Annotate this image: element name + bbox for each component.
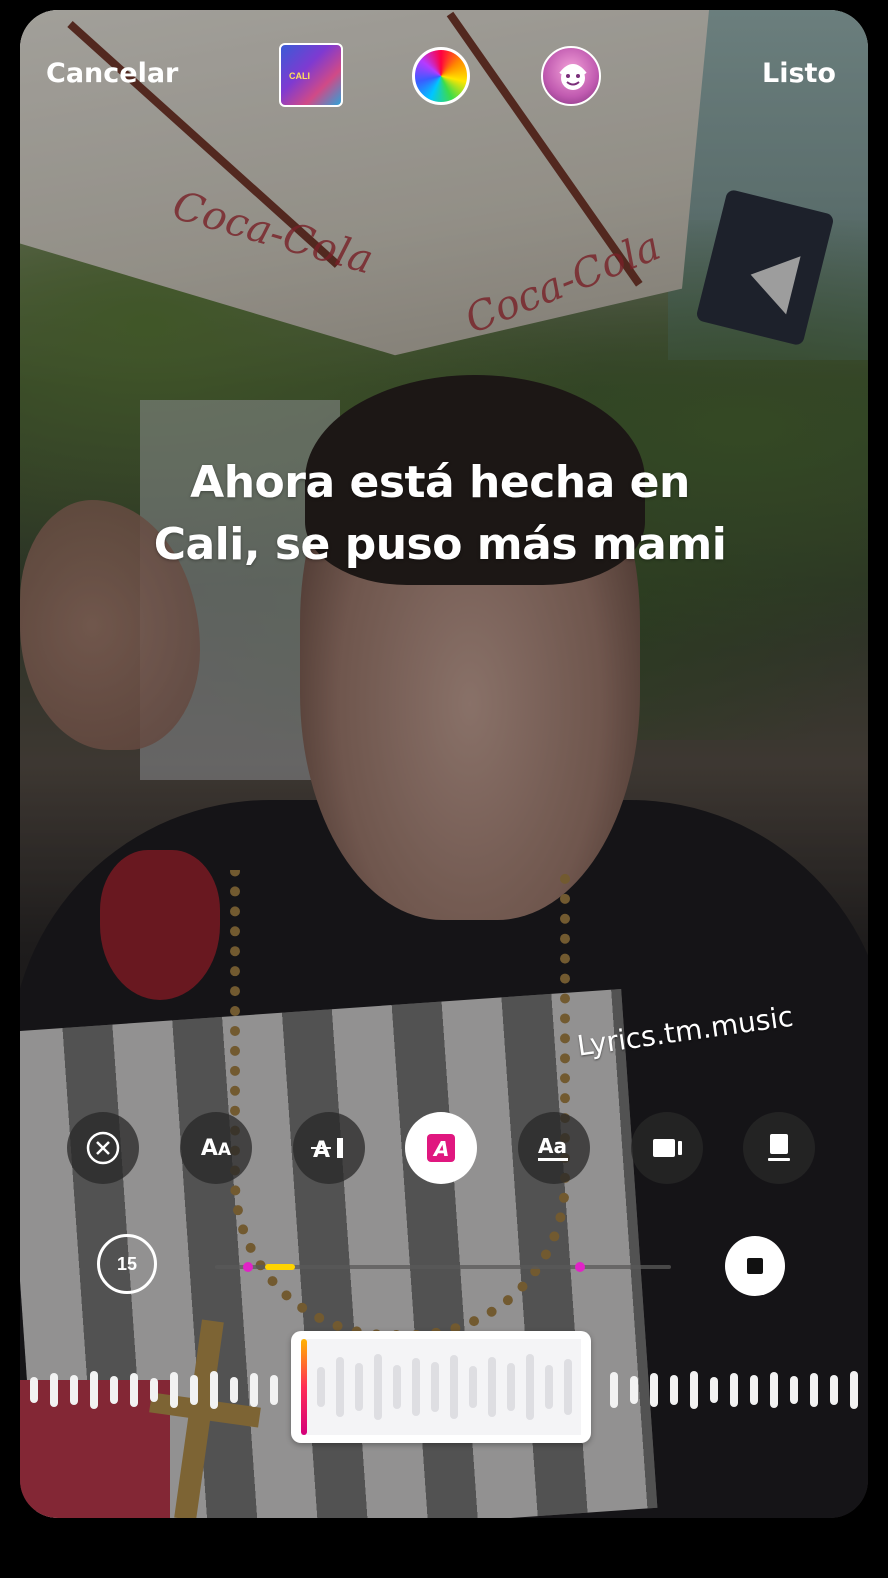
album-art[interactable]: CALI bbox=[279, 43, 343, 107]
waveform-bar bbox=[90, 1371, 98, 1409]
progress-segment bbox=[265, 1264, 295, 1270]
waveform-bar bbox=[210, 1371, 218, 1409]
waveform-bar bbox=[317, 1367, 325, 1407]
svg-text:A: A bbox=[313, 1138, 330, 1163]
waveform-bar bbox=[412, 1358, 420, 1416]
waveform-bar bbox=[507, 1363, 515, 1411]
song-progress-track[interactable] bbox=[215, 1262, 671, 1272]
waveform-bar bbox=[564, 1359, 572, 1415]
waveform-bar bbox=[610, 1372, 618, 1408]
video-clip-button[interactable] bbox=[631, 1112, 703, 1184]
waveform-bar bbox=[670, 1375, 678, 1405]
waveform-bar bbox=[30, 1377, 38, 1403]
svg-text:A: A bbox=[432, 1137, 449, 1161]
start-marker bbox=[243, 1262, 253, 1272]
waveform-bar bbox=[710, 1377, 718, 1403]
card-icon bbox=[768, 1134, 790, 1161]
waveform-bar bbox=[545, 1365, 553, 1409]
waveform-bar bbox=[850, 1371, 858, 1409]
waveform-bar bbox=[830, 1375, 838, 1405]
waveform-bar bbox=[150, 1378, 158, 1402]
waveform-bar bbox=[110, 1376, 118, 1404]
waveform-bar bbox=[469, 1366, 477, 1408]
waveform-bar bbox=[770, 1372, 778, 1408]
stop-button[interactable] bbox=[725, 1236, 785, 1296]
text-highlight-button[interactable]: A bbox=[405, 1112, 477, 1184]
waveform-bar bbox=[431, 1362, 439, 1412]
lyrics-text[interactable]: Ahora está hecha en Cali, se puso más ma… bbox=[150, 452, 730, 576]
color-wheel-icon[interactable] bbox=[412, 47, 470, 105]
waveform-bar bbox=[488, 1357, 496, 1417]
waveform-bar bbox=[690, 1371, 698, 1409]
waveform-bar bbox=[336, 1357, 344, 1417]
text-style-aa-icon: AA bbox=[200, 1135, 232, 1161]
duration-button[interactable]: 15 bbox=[97, 1234, 157, 1294]
waveform-bar bbox=[450, 1355, 458, 1419]
waveform-bar bbox=[70, 1375, 78, 1405]
waveform-bar bbox=[50, 1373, 58, 1407]
close-button[interactable] bbox=[67, 1112, 139, 1184]
text-underline-icon: Aa bbox=[538, 1134, 568, 1161]
waveform-bar bbox=[790, 1376, 798, 1404]
video-clip-icon bbox=[653, 1139, 682, 1157]
waveform-bar bbox=[190, 1375, 198, 1405]
waveform-bar bbox=[250, 1373, 258, 1407]
end-marker bbox=[575, 1262, 585, 1272]
done-button[interactable]: Listo bbox=[762, 58, 836, 89]
waveform-bar bbox=[374, 1354, 382, 1420]
svg-text:Aa: Aa bbox=[538, 1134, 567, 1158]
waveform-bar bbox=[170, 1372, 178, 1408]
card-button[interactable] bbox=[743, 1112, 815, 1184]
text-highlight-icon: A bbox=[427, 1134, 455, 1162]
text-cursor-button[interactable]: A bbox=[293, 1112, 365, 1184]
close-icon bbox=[86, 1131, 120, 1165]
waveform-bar bbox=[810, 1373, 818, 1407]
cancel-button[interactable]: Cancelar bbox=[46, 58, 178, 89]
playhead[interactable] bbox=[301, 1339, 307, 1435]
text-underline-button[interactable]: Aa bbox=[518, 1112, 590, 1184]
waveform-bar bbox=[526, 1354, 534, 1420]
waveform-bar bbox=[230, 1377, 238, 1403]
waveform-bar bbox=[650, 1373, 658, 1407]
waveform-bar bbox=[270, 1375, 278, 1405]
text-cursor-icon: A bbox=[311, 1138, 343, 1163]
selection-waveform bbox=[301, 1339, 581, 1435]
waveform-bar bbox=[393, 1365, 401, 1409]
face-sticker-icon[interactable] bbox=[541, 46, 601, 106]
waveform-bar bbox=[355, 1363, 363, 1411]
selection-window[interactable] bbox=[291, 1331, 591, 1443]
text-style-aa-button[interactable]: AA bbox=[180, 1112, 252, 1184]
waveform-bar bbox=[130, 1373, 138, 1407]
waveform-bar bbox=[730, 1373, 738, 1407]
waveform-bar bbox=[630, 1376, 638, 1404]
waveform-bar bbox=[750, 1375, 758, 1405]
